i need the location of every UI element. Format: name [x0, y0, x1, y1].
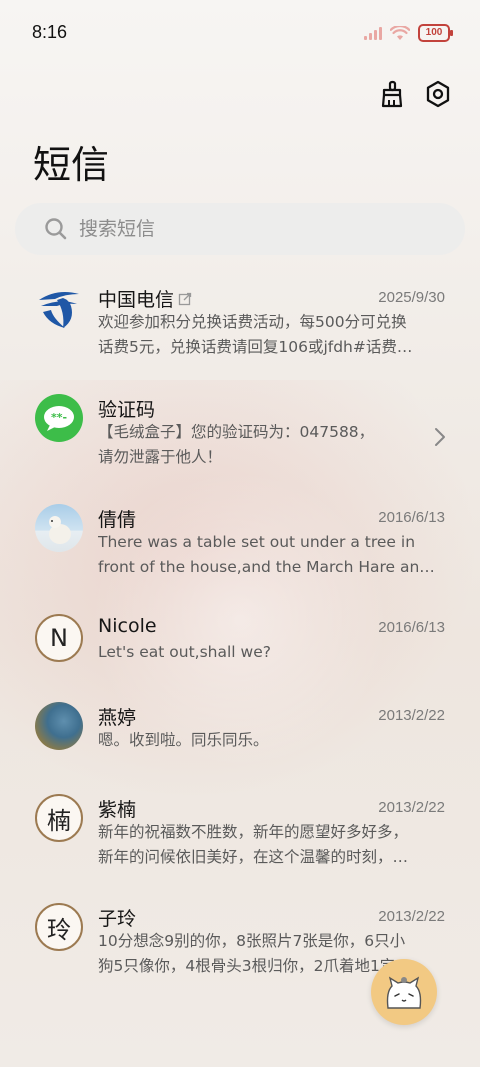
contact-name: 紫楠: [98, 799, 137, 821]
message-preview: Let's eat out,shall we?: [98, 643, 271, 661]
wifi-icon: [390, 25, 410, 40]
message-date: 2013/2/22: [378, 799, 445, 816]
conversation-item[interactable]: 中国电信 2025/9/30 欢迎参加积分兑换话费活动，每500分可兑换 话费5…: [0, 270, 480, 378]
message-preview: 新年的祝福数不胜数，新年的愿望好多好多， 新年的问候依旧美好，在这个温馨的时刻，…: [98, 823, 409, 866]
conversation-item[interactable]: 楠 紫楠 2013/2/22 新年的祝福数不胜数，新年的愿望好多好多， 新年的问…: [0, 780, 480, 888]
status-bar: 8:16 100: [0, 0, 480, 68]
clean-button[interactable]: [378, 80, 406, 108]
status-icons: 100: [364, 24, 453, 42]
status-time: 8:16: [32, 22, 68, 42]
message-bubble-icon: **-: [35, 394, 83, 442]
message-preview: 【毛绒盒子】您的验证码为：047588， 请勿泄露于他人！: [98, 423, 375, 466]
contact-name: 燕婷: [98, 707, 137, 729]
broom-icon: [381, 80, 403, 108]
message-date: 2025/9/30: [378, 289, 445, 306]
signal-icon: [364, 26, 382, 40]
message-date: 2016/6/13: [378, 619, 445, 636]
external-link-icon: [178, 292, 192, 305]
settings-icon: [426, 80, 450, 108]
contact-name: Nicole: [98, 615, 157, 637]
search-bar[interactable]: [15, 203, 465, 255]
message-preview: 嗯。收到啦。同乐同乐。: [98, 731, 269, 749]
contact-avatar-letter: 玲: [35, 903, 83, 951]
page-title: 短信: [33, 143, 110, 187]
top-actions: [378, 80, 452, 108]
contact-name: 子玲: [98, 908, 137, 930]
search-input[interactable]: [79, 203, 439, 255]
message-date: 2013/2/22: [378, 707, 445, 724]
message-date: 2016/6/13: [378, 509, 445, 526]
battery-indicator: 100: [418, 24, 453, 42]
contact-name: 中国电信: [98, 289, 175, 311]
conversation-item[interactable]: **- 验证码 【毛绒盒子】您的验证码为：047588， 请勿泄露于他人！: [0, 380, 480, 488]
message-preview: There was a table set out under a tree i…: [98, 533, 435, 576]
settings-button[interactable]: [424, 80, 452, 108]
contact-name: 倩倩: [98, 509, 137, 531]
compose-button[interactable]: [371, 959, 437, 1025]
china-telecom-logo: [35, 284, 83, 332]
contact-avatar-letter: 楠: [35, 794, 83, 842]
contact-avatar-letter: N: [35, 614, 83, 662]
chevron-right-icon[interactable]: [434, 427, 446, 447]
search-icon: [45, 218, 67, 240]
contact-name: 验证码: [98, 399, 156, 421]
contact-avatar-photo: [35, 702, 83, 750]
svg-text:**-: **-: [51, 411, 67, 424]
contact-avatar-photo: [35, 504, 83, 552]
message-preview: 欢迎参加积分兑换话费活动，每500分可兑换 话费5元，兑换话费请回复106或jf…: [98, 313, 413, 356]
message-date: 2013/2/22: [378, 908, 445, 925]
cat-mascot-icon: [386, 976, 422, 1009]
conversation-item[interactable]: 倩倩 2016/6/13 There was a table set out u…: [0, 490, 480, 598]
